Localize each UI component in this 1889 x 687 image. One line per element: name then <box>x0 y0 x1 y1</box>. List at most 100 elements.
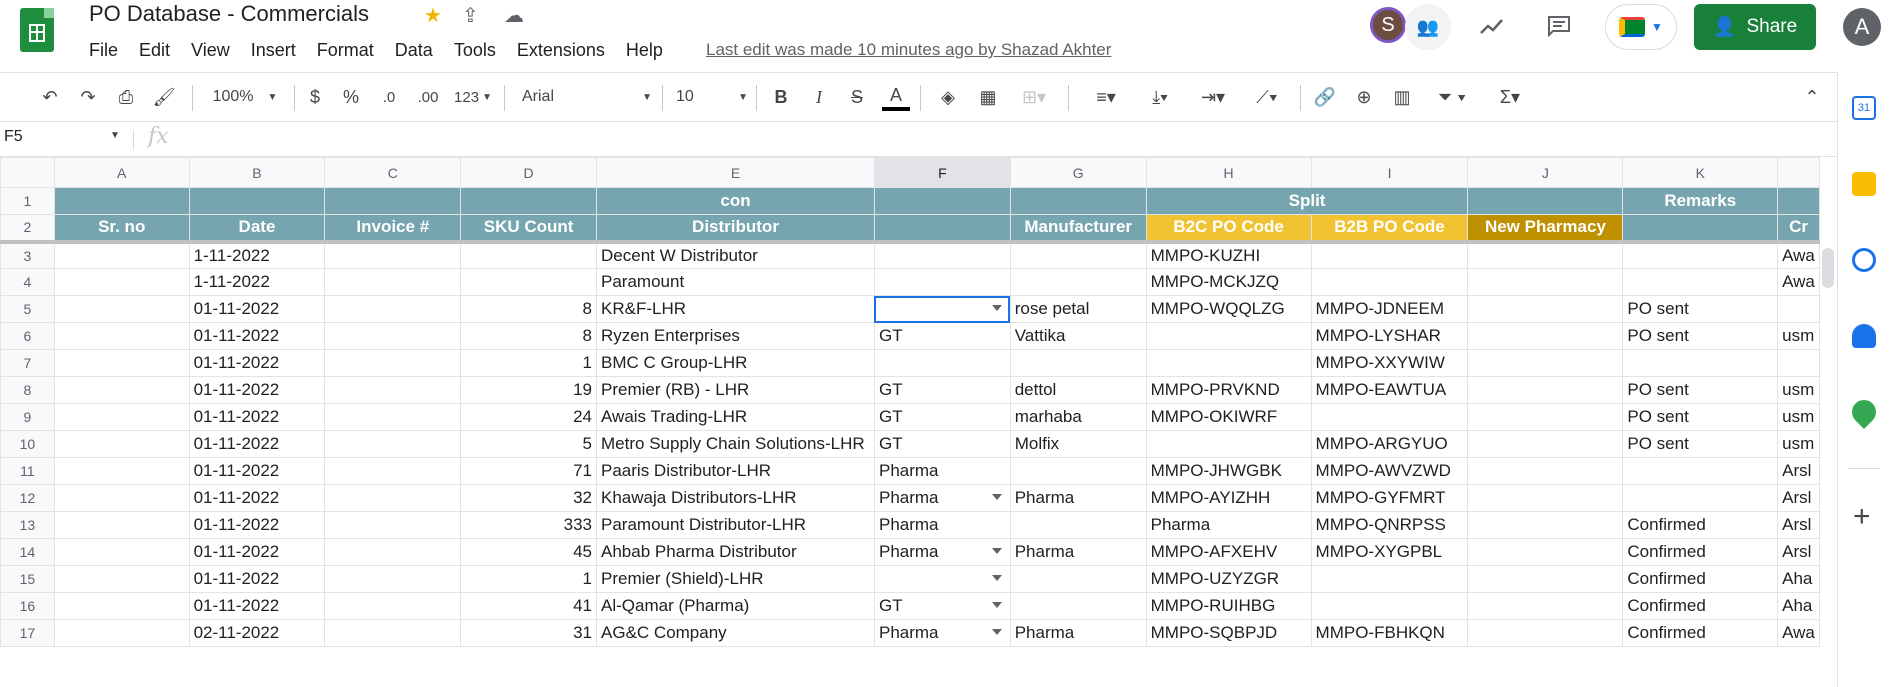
keep-icon[interactable] <box>1852 172 1876 196</box>
cell-h[interactable]: MMPO-SQBPJD <box>1145 619 1312 647</box>
row-number[interactable]: 17 <box>0 619 55 647</box>
cell-k[interactable]: PO sent <box>1622 376 1779 404</box>
cell-a[interactable] <box>53 349 190 377</box>
star-icon[interactable]: ★ <box>424 3 442 28</box>
dropdown-arrow-icon[interactable] <box>991 602 1002 608</box>
cell-l[interactable] <box>1777 349 1820 377</box>
cell-h[interactable]: MMPO-UZYZGR <box>1145 565 1312 593</box>
cell-c[interactable] <box>324 430 462 458</box>
cell-j[interactable] <box>1467 376 1624 404</box>
cell-k[interactable]: PO sent <box>1622 430 1779 458</box>
cell-l[interactable]: Aha <box>1777 592 1820 620</box>
cell-i[interactable]: MMPO-QNRPSS <box>1310 511 1469 539</box>
cell-b[interactable]: 01-11-2022 <box>188 295 326 323</box>
row-number[interactable]: 8 <box>0 376 55 404</box>
cell-b[interactable]: 01-11-2022 <box>188 565 326 593</box>
currency-button[interactable]: $ <box>302 83 328 111</box>
cell-k[interactable] <box>1622 457 1779 485</box>
cell-e[interactable]: AG&C Company <box>596 619 875 647</box>
row-number[interactable]: 16 <box>0 592 55 620</box>
cell-e[interactable]: Awais Trading-LHR <box>596 403 875 431</box>
vertical-align-icon[interactable]: ⤓▾ <box>1140 83 1180 111</box>
insert-chart-icon[interactable]: ▥ <box>1388 83 1416 111</box>
column-header-e[interactable]: E <box>596 157 875 188</box>
cell-j[interactable] <box>1467 403 1624 431</box>
maps-icon[interactable] <box>1847 395 1881 429</box>
cell-a[interactable] <box>53 511 190 539</box>
cell-g[interactable] <box>1009 592 1147 620</box>
cell-j[interactable] <box>1467 511 1624 539</box>
cell-i[interactable] <box>1310 592 1469 620</box>
menu-tools[interactable]: Tools <box>454 38 496 62</box>
cell-l[interactable]: usm <box>1777 322 1820 350</box>
cell-c[interactable] <box>324 241 462 269</box>
cell-k[interactable]: Confirmed <box>1622 592 1779 620</box>
cell-f[interactable]: Pharma <box>873 538 1011 566</box>
cell-c[interactable] <box>324 376 462 404</box>
move-to-folder-icon[interactable]: ⇪ <box>462 3 479 28</box>
cell-i[interactable]: MMPO-AWVZWD <box>1310 457 1469 485</box>
cloud-status-icon[interactable]: ☁ <box>504 3 524 28</box>
insert-comment-icon[interactable]: ⊕ <box>1350 83 1378 111</box>
cell-h[interactable]: MMPO-AFXEHV <box>1145 538 1312 566</box>
cell-a[interactable] <box>53 241 190 269</box>
cell-j[interactable] <box>1467 241 1624 269</box>
dropdown-arrow-icon[interactable] <box>991 494 1002 500</box>
cell-g[interactable]: Pharma <box>1009 619 1147 647</box>
cell-k[interactable] <box>1622 268 1779 296</box>
cell-k[interactable] <box>1622 349 1779 377</box>
cell-l[interactable]: usm <box>1777 430 1820 458</box>
header-new-pharmacy[interactable]: New Pharmacy <box>1467 214 1624 244</box>
font-size-select[interactable]: 10 ▼ <box>676 83 748 111</box>
cell-e[interactable]: Ahbab Pharma Distributor <box>596 538 875 566</box>
cell-k[interactable]: PO sent <box>1622 295 1779 323</box>
row-number[interactable]: 11 <box>0 457 55 485</box>
column-header-a[interactable]: A <box>53 157 190 188</box>
cell-l[interactable]: Arsl <box>1777 484 1820 512</box>
cell-b[interactable]: 01-11-2022 <box>188 511 326 539</box>
menu-insert[interactable]: Insert <box>251 38 296 62</box>
cell-g[interactable]: Molfix <box>1009 430 1147 458</box>
cell-h[interactable]: MMPO-AYIZHH <box>1145 484 1312 512</box>
bold-button[interactable]: B <box>768 83 794 111</box>
cell-k[interactable] <box>1622 484 1779 512</box>
cell-a[interactable] <box>53 592 190 620</box>
name-box[interactable]: F5 <box>4 128 23 146</box>
cell-e[interactable]: Premier (Shield)-LHR <box>596 565 875 593</box>
dropdown-arrow-icon[interactable] <box>991 305 1002 311</box>
cell-h[interactable]: MMPO-MCKJZQ <box>1145 268 1312 296</box>
row-number[interactable]: 2 <box>0 214 55 244</box>
cell-b[interactable]: 01-11-2022 <box>188 376 326 404</box>
tasks-icon[interactable] <box>1852 248 1876 272</box>
borders-icon[interactable]: ▦ <box>974 83 1002 111</box>
cell-g[interactable]: marhaba <box>1009 403 1147 431</box>
cell-c[interactable] <box>324 403 462 431</box>
column-header-j[interactable]: J <box>1467 157 1624 188</box>
add-addon-plus-icon[interactable]: + <box>1853 500 1871 534</box>
decrease-decimal-button[interactable]: .0 <box>373 83 405 111</box>
header-sku-count[interactable]: SKU Count <box>460 214 598 244</box>
cell-f[interactable] <box>873 295 1011 323</box>
cell-d[interactable]: 32 <box>460 484 598 512</box>
merge-cells-icon[interactable]: ⊞▾ <box>1012 83 1056 111</box>
sheets-logo-icon[interactable] <box>20 8 54 52</box>
row-number[interactable]: 12 <box>0 484 55 512</box>
zoom-select[interactable]: 100% ▼ <box>205 83 285 111</box>
dropdown-arrow-icon[interactable] <box>991 575 1002 581</box>
cell-a[interactable] <box>53 295 190 323</box>
cell-c[interactable] <box>324 322 462 350</box>
cell-a[interactable] <box>53 538 190 566</box>
cell-h[interactable]: MMPO-OKIWRF <box>1145 403 1312 431</box>
column-header-g[interactable]: G <box>1009 157 1147 188</box>
cell-l[interactable]: Awa <box>1777 268 1820 296</box>
cell-c[interactable] <box>324 349 462 377</box>
cell-i[interactable] <box>1310 403 1469 431</box>
cell-d[interactable]: 31 <box>460 619 598 647</box>
row-number[interactable]: 6 <box>0 322 55 350</box>
header-manufacturer[interactable]: Manufacturer <box>1009 214 1147 244</box>
cell-e[interactable]: Premier (RB) - LHR <box>596 376 875 404</box>
cell-i[interactable]: MMPO-JDNEEM <box>1310 295 1469 323</box>
cell-i[interactable]: MMPO-XXYWIW <box>1310 349 1469 377</box>
row-number[interactable]: 15 <box>0 565 55 593</box>
cell-j[interactable] <box>1467 295 1624 323</box>
